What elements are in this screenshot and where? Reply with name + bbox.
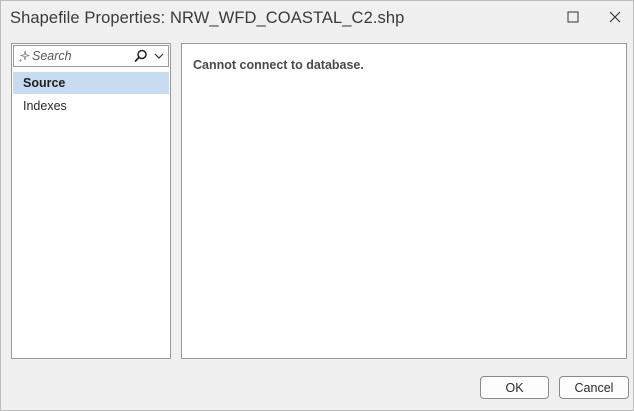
shapefile-properties-dialog: Shapefile Properties: NRW_WFD_COASTAL_C2… — [0, 0, 634, 411]
nav-item-label: Indexes — [23, 99, 67, 113]
maximize-button[interactable] — [557, 5, 589, 29]
maximize-icon — [567, 11, 579, 23]
dialog-title: Shapefile Properties: NRW_WFD_COASTAL_C2… — [10, 9, 405, 27]
chevron-down-icon[interactable] — [154, 52, 164, 60]
close-icon — [609, 11, 621, 23]
search-input[interactable] — [32, 48, 136, 64]
nav-item-label: Source — [23, 76, 66, 90]
error-message: Cannot connect to database. — [193, 58, 364, 72]
properties-content-panel: Cannot connect to database. — [181, 43, 627, 359]
nav-item-source[interactable]: Source — [13, 72, 169, 94]
nav-item-indexes[interactable]: Indexes — [13, 95, 169, 117]
cancel-button[interactable]: Cancel — [559, 376, 629, 399]
search-box[interactable] — [13, 45, 169, 67]
search-icon[interactable] — [134, 49, 148, 63]
close-button[interactable] — [599, 5, 631, 29]
sparkle-icon — [18, 50, 30, 63]
properties-nav-panel: Source Indexes — [11, 43, 171, 359]
ok-button[interactable]: OK — [480, 376, 549, 399]
